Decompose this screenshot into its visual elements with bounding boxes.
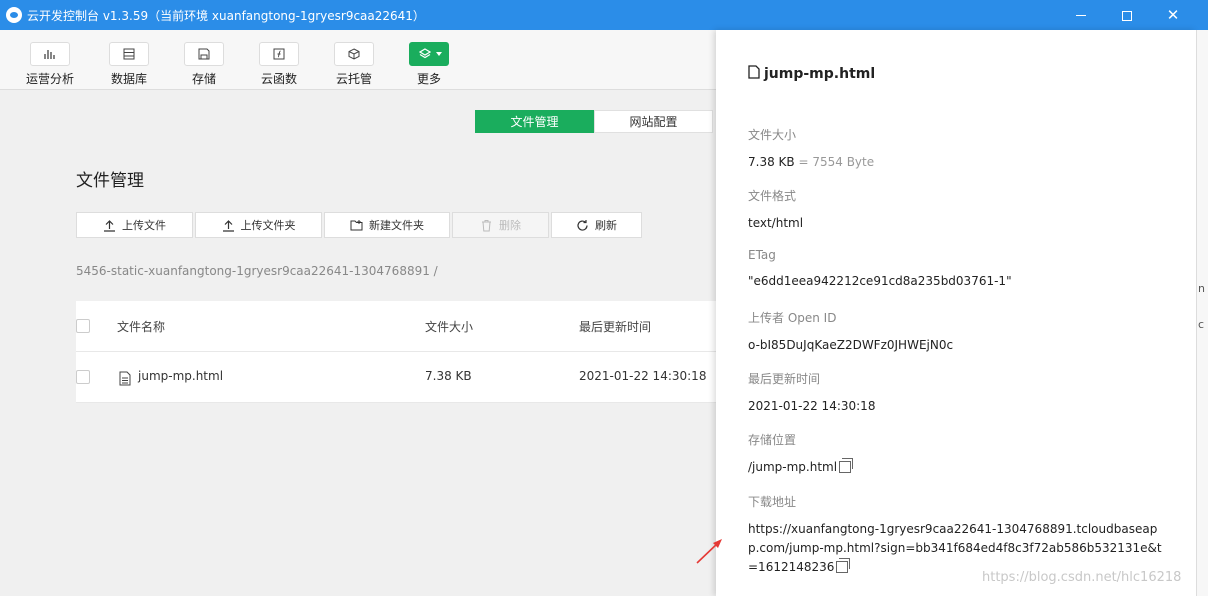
database-icon [123, 48, 135, 60]
table-row[interactable]: jump-mp.html 7.38 KB 2021-01-22 14:30:18 [76, 352, 716, 403]
bar-chart-icon [44, 50, 55, 59]
size-label: 文件大小 [748, 128, 797, 142]
row-time: 2021-01-22 14:30:18 [579, 369, 707, 383]
upload-icon [222, 219, 234, 232]
file-detail-panel: jump-mp.html 文件大小 7.38 KB = 7554 Byte 文件… [716, 30, 1196, 596]
etag-value: "e6dd1eea942212ce91cd8a235bd03761-1" [748, 274, 1012, 288]
row-filename[interactable]: jump-mp.html [138, 369, 223, 383]
tab-bar: 文件管理 网站配置 [475, 110, 713, 133]
close-button[interactable]: ✕ [1150, 0, 1196, 30]
title-bar: 云开发控制台 v1.3.59（当前环境 xuanfangtong-1gryesr… [0, 0, 1208, 30]
refresh-label: 刷新 [595, 219, 617, 232]
minimize-button[interactable] [1058, 0, 1104, 30]
edge-fragment: n [1198, 282, 1205, 295]
caret-down-icon [436, 52, 442, 56]
upload-folder-button[interactable]: 上传文件夹 [195, 212, 322, 238]
cube-icon [348, 48, 360, 60]
upload-icon [104, 219, 115, 232]
toolbar-analytics-label: 运营分析 [25, 72, 74, 86]
row-checkbox[interactable] [76, 370, 90, 384]
updated-label: 最后更新时间 [748, 372, 821, 386]
location-label: 存储位置 [748, 433, 797, 447]
uploader-label: 上传者 Open ID [748, 311, 837, 325]
new-folder-label: 新建文件夹 [369, 219, 424, 232]
header-size: 文件大小 [425, 320, 474, 334]
field-size: 文件大小 7.38 KB = 7554 Byte [748, 126, 1168, 172]
uploader-value: o-bI85DuJqKaeZ2DWFz0JHWEjN0c [748, 338, 954, 352]
row-size: 7.38 KB [425, 369, 472, 383]
toolbar-cloudhosting[interactable]: 云托管 [324, 42, 384, 87]
updated-value: 2021-01-22 14:30:18 [748, 399, 876, 413]
field-uploader: 上传者 Open ID o-bI85DuJqKaeZ2DWFz0JHWEjN0c [748, 309, 1168, 355]
maximize-icon [1122, 10, 1132, 21]
header-time: 最后更新时间 [579, 320, 652, 334]
toolbar-functions-label: 云函数 [260, 72, 297, 86]
download-url[interactable]: https://xuanfangtong-1gryesr9caa22641-13… [748, 522, 1162, 574]
tab-file-management[interactable]: 文件管理 [475, 110, 594, 133]
storage-icon [198, 48, 210, 60]
main-content: 文件管理 网站配置 文件管理 上传文件 上传文件夹 新建文件夹 删除 刷新 54… [0, 90, 716, 596]
refresh-icon [577, 219, 588, 231]
table-header: 文件名称 文件大小 最后更新时间 [76, 301, 716, 352]
toolbar-more[interactable]: 更多 [399, 42, 459, 87]
etag-label: ETag [748, 248, 776, 262]
field-location: 存储位置 /jump-mp.html [748, 431, 1168, 477]
wechat-devtools-icon [6, 7, 22, 23]
toolbar-cloudhosting-label: 云托管 [335, 72, 372, 86]
maximize-button[interactable] [1104, 0, 1150, 30]
size-bytes: = 7554 Byte [798, 155, 875, 169]
delete-button[interactable]: 删除 [452, 212, 549, 238]
toolbar-storage-label: 存储 [191, 72, 216, 86]
download-label: 下载地址 [748, 495, 797, 509]
header-name: 文件名称 [117, 320, 166, 334]
new-folder-button[interactable]: 新建文件夹 [324, 212, 450, 238]
watermark: https://blog.csdn.net/hlc16218 [982, 570, 1182, 585]
toolbar-functions[interactable]: 云函数 [249, 42, 309, 87]
upload-file-label: 上传文件 [122, 219, 166, 232]
minimize-icon [1076, 15, 1086, 16]
file-icon [748, 65, 760, 79]
field-etag: ETag "e6dd1eea942212ce91cd8a235bd03761-1… [748, 248, 1168, 291]
refresh-button[interactable]: 刷新 [551, 212, 642, 238]
annotation-arrow-icon [696, 539, 722, 564]
layers-icon [419, 48, 431, 59]
toolbar-database-label: 数据库 [110, 72, 147, 86]
field-updated: 最后更新时间 2021-01-22 14:30:18 [748, 370, 1168, 416]
new-folder-icon [350, 219, 363, 230]
window-title: 云开发控制台 v1.3.59（当前环境 xuanfangtong-1gryesr… [27, 9, 425, 23]
toolbar-database[interactable]: 数据库 [99, 42, 159, 87]
tab-website-config[interactable]: 网站配置 [594, 110, 713, 133]
toolbar-analytics[interactable]: 运营分析 [20, 42, 80, 87]
function-icon [273, 48, 285, 60]
detail-title: jump-mp.html [748, 65, 875, 82]
file-icon [119, 371, 131, 386]
main-toolbar: 运营分析 数据库 存储 云函数 云托管 更多 [0, 30, 716, 90]
copy-icon[interactable] [836, 558, 851, 573]
location-value: /jump-mp.html [748, 460, 838, 474]
upload-file-button[interactable]: 上传文件 [76, 212, 193, 238]
delete-label: 删除 [499, 219, 521, 232]
toolbar-more-label: 更多 [416, 72, 441, 86]
select-all-checkbox[interactable] [76, 319, 90, 333]
format-label: 文件格式 [748, 189, 797, 203]
background-window-edge: n с [1196, 30, 1208, 596]
trash-icon [482, 219, 491, 231]
toolbar-storage[interactable]: 存储 [174, 42, 234, 87]
action-bar: 上传文件 上传文件夹 新建文件夹 删除 刷新 [76, 212, 642, 238]
copy-icon[interactable] [839, 458, 854, 473]
field-format: 文件格式 text/html [748, 187, 1168, 233]
upload-folder-label: 上传文件夹 [240, 219, 296, 232]
size-value: 7.38 KB [748, 155, 795, 169]
page-title: 文件管理 [76, 171, 144, 191]
edge-fragment: с [1198, 318, 1205, 331]
field-download: 下载地址 https://xuanfangtong-1gryesr9caa226… [748, 493, 1168, 577]
format-value: text/html [748, 216, 804, 230]
file-table: 文件名称 文件大小 最后更新时间 jump-mp.html 7.38 KB 20… [76, 301, 716, 403]
breadcrumb: 5456-static-xuanfangtong-1gryesr9caa2264… [76, 264, 438, 278]
detail-title-text: jump-mp.html [764, 66, 876, 82]
